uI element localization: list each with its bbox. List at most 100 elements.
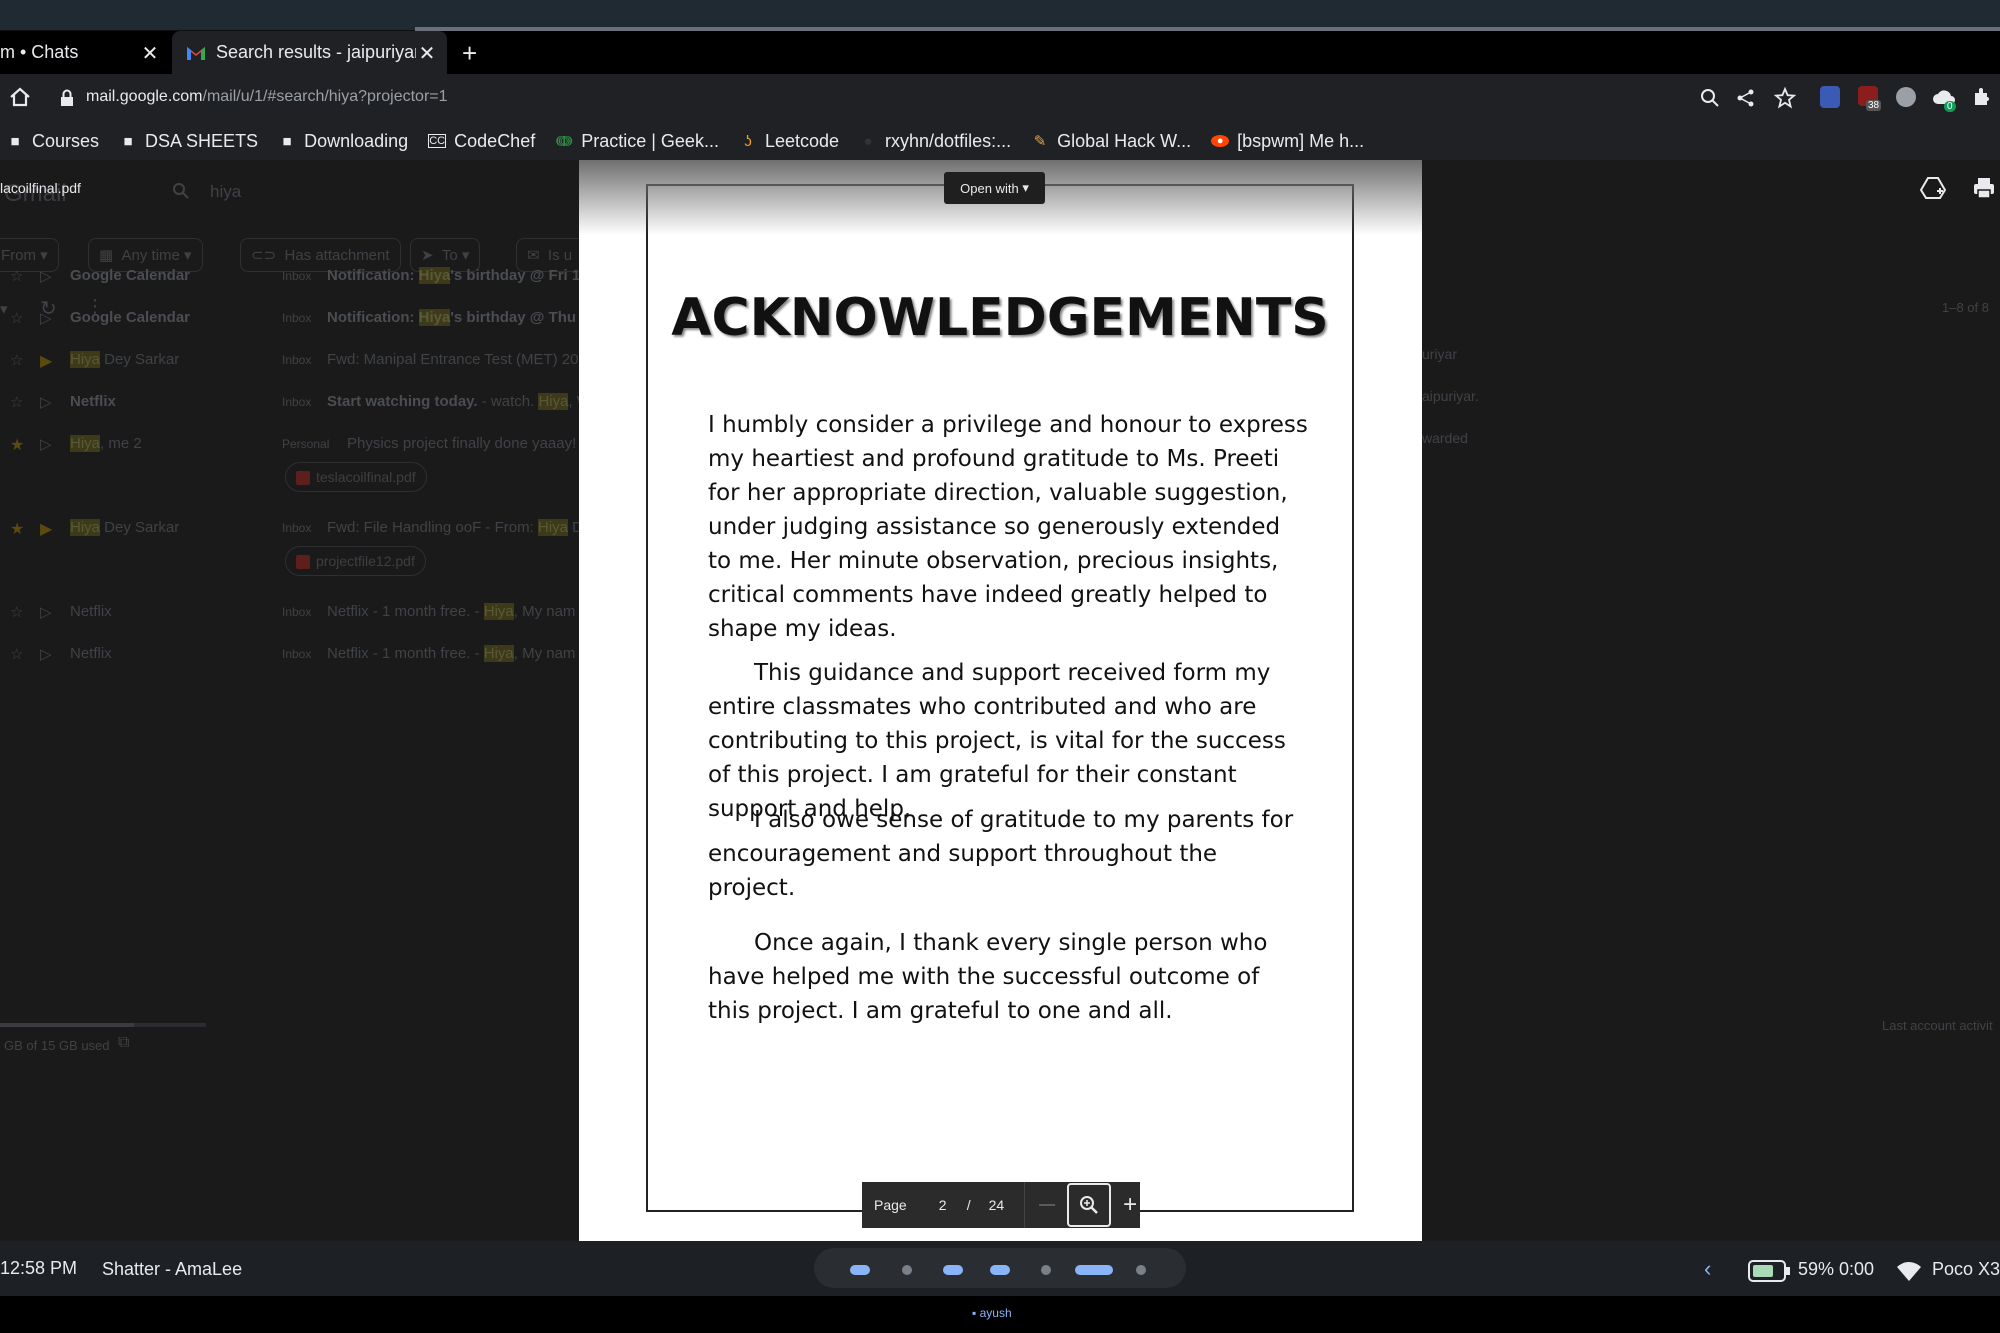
open-with-button[interactable]: Open with ▾	[944, 172, 1045, 204]
media-title[interactable]: Shatter - AmaLee	[102, 1259, 242, 1280]
star-icon[interactable]: ☆	[10, 351, 23, 369]
folder-icon: ■	[282, 132, 292, 150]
email-row[interactable]: ☆ ▷ Google Calendar Inbox Notification: …	[0, 294, 589, 336]
star-icon[interactable]: ☆	[10, 645, 23, 663]
paragraph-text: This guidance and support received form …	[708, 660, 1286, 822]
important-icon[interactable]: ▷	[40, 603, 52, 621]
subject-text: Fwd: File Handling ooF	[327, 519, 482, 536]
subject-rest: 's birthday @ Thu 1	[450, 309, 589, 326]
star-icon[interactable]: ☆	[10, 603, 23, 621]
bookmark-downloading[interactable]: ■ Downloading	[278, 131, 409, 152]
wifi-icon[interactable]	[1896, 1260, 1922, 1282]
star-icon[interactable]: ☆	[10, 267, 23, 285]
desk-indicator[interactable]	[1041, 1265, 1051, 1275]
bitwarden-extension-icon[interactable]	[1820, 86, 1840, 108]
document-paragraph: I humbly consider a privilege and honour…	[708, 412, 1308, 642]
share-icon[interactable]	[1736, 88, 1756, 108]
tab-chats[interactable]: m • Chats ✕	[0, 31, 170, 74]
important-icon[interactable]: ▷	[40, 309, 52, 327]
zoom-button[interactable]	[1067, 1183, 1112, 1227]
email-row[interactable]: ★ ▷ Hiya, me 2 Personal Physics project …	[0, 420, 580, 504]
email-row[interactable]: ☆ ▷ Netflix Inbox Netflix - 1 month free…	[0, 630, 580, 672]
important-icon[interactable]: ▷	[40, 645, 52, 663]
label-badge: Inbox	[282, 395, 312, 409]
email-row[interactable]: ★ ▶ Hiya Dey Sarkar Inbox Fwd: File Hand…	[0, 504, 583, 588]
important-icon[interactable]: ▷	[40, 393, 52, 411]
bookmark-star-icon[interactable]	[1774, 87, 1796, 109]
bookmark-bspwm[interactable]: ● [bspwm] Me h...	[1211, 131, 1364, 152]
url-text[interactable]: mail.google.com/mail/u/1/#search/hiya?pr…	[86, 88, 448, 106]
battery-icon[interactable]	[1748, 1260, 1792, 1282]
important-icon[interactable]: ▷	[40, 435, 52, 453]
bookmark-practice-geeks[interactable]: ↈ Practice | Geek...	[555, 131, 719, 152]
email-row[interactable]: ☆ ▷ Netflix Inbox Start watching today. …	[0, 378, 591, 420]
battery-text: 59% 0:00	[1798, 1259, 1875, 1279]
caret-down-icon: ▾	[1022, 180, 1029, 195]
subject-text: Notification:	[327, 267, 419, 284]
star-icon[interactable]: ☆	[10, 309, 23, 327]
desk-indicator[interactable]	[902, 1265, 912, 1275]
open-external-icon[interactable]: ⧉	[118, 1034, 129, 1052]
important-icon[interactable]: ▶	[40, 351, 52, 371]
bookmark-leetcode[interactable]: ʖ Leetcode	[739, 131, 839, 152]
codechef-icon: CC	[428, 134, 447, 148]
page-label: Page	[874, 1197, 907, 1213]
reddit-icon: ●	[1211, 135, 1230, 147]
zoom-icon[interactable]	[1700, 88, 1720, 108]
desk-indicator[interactable]	[850, 1265, 870, 1275]
attachment-chip[interactable]: projectfile12.pdf	[285, 546, 426, 576]
add-to-drive-icon[interactable]	[1920, 176, 1946, 200]
zoom-out-button[interactable]: —	[1039, 1196, 1055, 1214]
email-row[interactable]: ☆ ▷ Netflix Inbox Netflix - 1 month free…	[0, 588, 580, 630]
highlight: Hiya	[483, 603, 514, 620]
page-number-input[interactable]: 2	[933, 1197, 953, 1213]
important-icon[interactable]: ▶	[40, 519, 52, 539]
attachment-chip[interactable]: teslacoilfinal.pdf	[285, 462, 427, 492]
chevron-left-icon[interactable]: ‹	[1704, 1256, 1711, 1282]
result-count: 1–8 of 8	[1942, 300, 1989, 315]
star-icon[interactable]: ★	[10, 519, 24, 539]
search-input[interactable]: hiya	[210, 182, 241, 202]
bookmark-global-hack[interactable]: ✎ Global Hack W...	[1031, 131, 1191, 152]
desk-indicator[interactable]	[1136, 1265, 1146, 1275]
sender: Hiya Dey Sarkar	[70, 519, 179, 536]
highlight: Hiya	[537, 519, 568, 536]
paragraph-text: I also owe sense of gratitude to my pare…	[708, 807, 1294, 901]
important-icon[interactable]: ▷	[40, 267, 52, 285]
subject: Netflix - 1 month free. - Hiya, My nam	[327, 645, 575, 662]
extensions-puzzle-icon[interactable]	[1972, 87, 1992, 107]
bookmark-label: Courses	[32, 130, 100, 151]
subject: Fwd: Manipal Entrance Test (MET) 20	[327, 351, 579, 368]
tab-search-results[interactable]: Search results - jaipuriyar ✕	[172, 31, 447, 74]
url-path: /mail/u/1/#search/hiya?projector=1	[202, 88, 448, 105]
tab-title: Search results - jaipuriyar	[216, 42, 416, 62]
desk-indicator[interactable]	[990, 1265, 1010, 1275]
print-icon[interactable]	[1972, 176, 1996, 200]
paragraph-text: Once again, I thank every single person …	[708, 930, 1268, 1024]
email-row[interactable]: ☆ ▶ Hiya Dey Sarkar Inbox Fwd: Manipal E…	[0, 336, 580, 378]
lock-icon[interactable]	[60, 89, 74, 107]
bookmark-courses[interactable]: ■ Courses	[6, 131, 99, 152]
github-icon: ●	[863, 132, 873, 150]
bookmark-dotfiles[interactable]: ● rxyhn/dotfiles:...	[859, 131, 1012, 152]
clock[interactable]: 12:58 PM	[0, 1258, 77, 1279]
new-tab-button[interactable]: +	[462, 38, 477, 69]
extension-icon[interactable]	[1896, 87, 1916, 107]
divider	[1024, 1182, 1026, 1228]
zoom-in-button[interactable]: +	[1123, 1191, 1137, 1219]
home-icon[interactable]	[8, 86, 32, 108]
snippet-rest: , My nam	[513, 645, 576, 662]
star-icon[interactable]: ★	[10, 435, 24, 455]
email-row[interactable]: ☆ ▷ Google Calendar Inbox Notification: …	[0, 252, 589, 294]
search-icon[interactable]	[172, 182, 190, 200]
desk-indicator[interactable]	[943, 1265, 963, 1275]
bookmark-codechef[interactable]: CC CodeChef	[428, 131, 535, 152]
sender: Google Calendar	[70, 267, 191, 284]
bookmark-label: Leetcode	[764, 130, 840, 151]
gmail-icon	[187, 46, 205, 60]
close-tab-icon[interactable]: ✕	[417, 41, 437, 66]
bookmark-dsa-sheets[interactable]: ■ DSA SHEETS	[119, 131, 259, 152]
close-tab-icon[interactable]: ✕	[140, 41, 160, 66]
star-icon[interactable]: ☆	[10, 393, 23, 411]
desk-indicator[interactable]	[1075, 1265, 1113, 1275]
